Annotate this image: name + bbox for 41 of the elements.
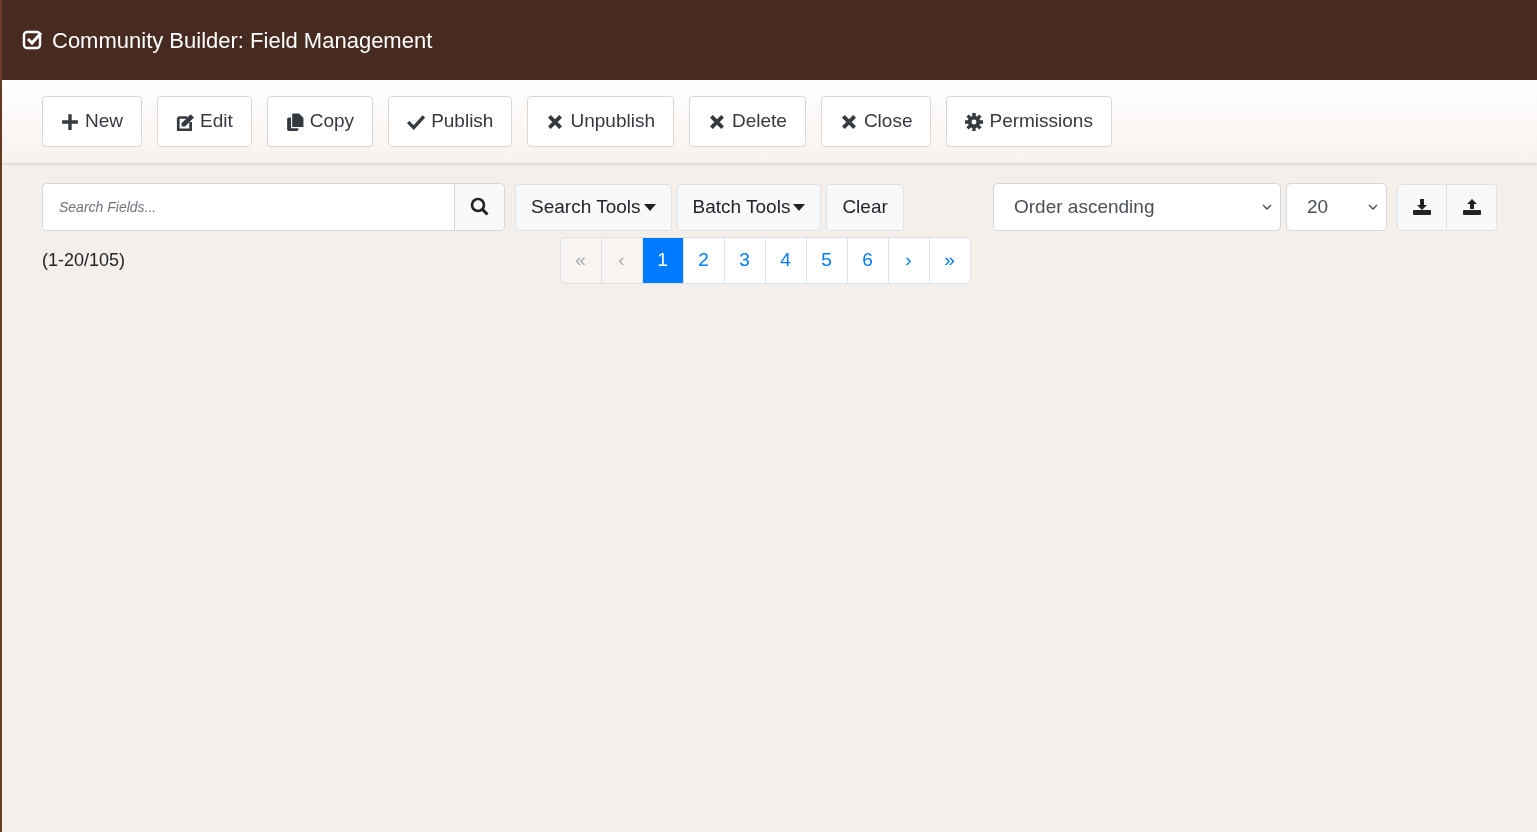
close-icon	[546, 112, 565, 131]
toolbar-button[interactable]: Edit	[157, 96, 252, 147]
page-link[interactable]: 1	[641, 237, 684, 284]
download-icon	[1412, 198, 1432, 216]
limit-select[interactable]: 20	[1286, 183, 1387, 231]
upload-icon	[1461, 198, 1482, 216]
chevron-down-icon	[1262, 204, 1272, 210]
toolbar-button[interactable]: Delete	[688, 96, 806, 147]
filter-button[interactable]: Search Tools	[515, 183, 672, 231]
toolbar-button[interactable]: Unpublish	[527, 96, 674, 147]
close-icon	[707, 112, 726, 131]
page-link[interactable]: 5	[805, 237, 848, 284]
page-link[interactable]: 2	[682, 237, 725, 284]
checked-box-icon	[22, 29, 44, 51]
import-button[interactable]	[1447, 183, 1497, 231]
result-count: (1-20/105)	[42, 249, 126, 272]
search-icon	[469, 197, 490, 217]
filter-button[interactable]: Batch Tools	[676, 183, 822, 231]
export-button[interactable]	[1397, 183, 1447, 231]
page-link[interactable]: ›	[887, 237, 930, 284]
page-link[interactable]: 3	[723, 237, 766, 284]
search-field[interactable]: Search Fields...	[42, 183, 455, 231]
edit-icon	[176, 112, 194, 131]
check-icon	[407, 112, 426, 131]
ordering-select[interactable]: Order ascending	[993, 183, 1281, 231]
settings-icon	[965, 112, 984, 131]
close-icon	[839, 112, 858, 131]
toolbar-button[interactable]: New	[42, 96, 142, 147]
chevron-down-icon	[1368, 204, 1378, 210]
toolbar-button[interactable]: Close	[820, 96, 932, 147]
page-link[interactable]: 4	[764, 237, 807, 284]
filter-button[interactable]: Clear	[826, 183, 904, 231]
toolbar-button[interactable]: Copy	[266, 96, 374, 147]
copy-icon	[285, 112, 304, 131]
page-link[interactable]: »	[928, 237, 971, 284]
plus-icon	[61, 112, 79, 131]
toolbar-button[interactable]: Publish	[388, 96, 513, 147]
toolbar-button[interactable]: Permissions	[946, 96, 1112, 147]
page-title: Community Builder: Field Management	[52, 26, 433, 55]
page-link[interactable]: 6	[846, 237, 889, 284]
search-button[interactable]	[455, 183, 505, 231]
